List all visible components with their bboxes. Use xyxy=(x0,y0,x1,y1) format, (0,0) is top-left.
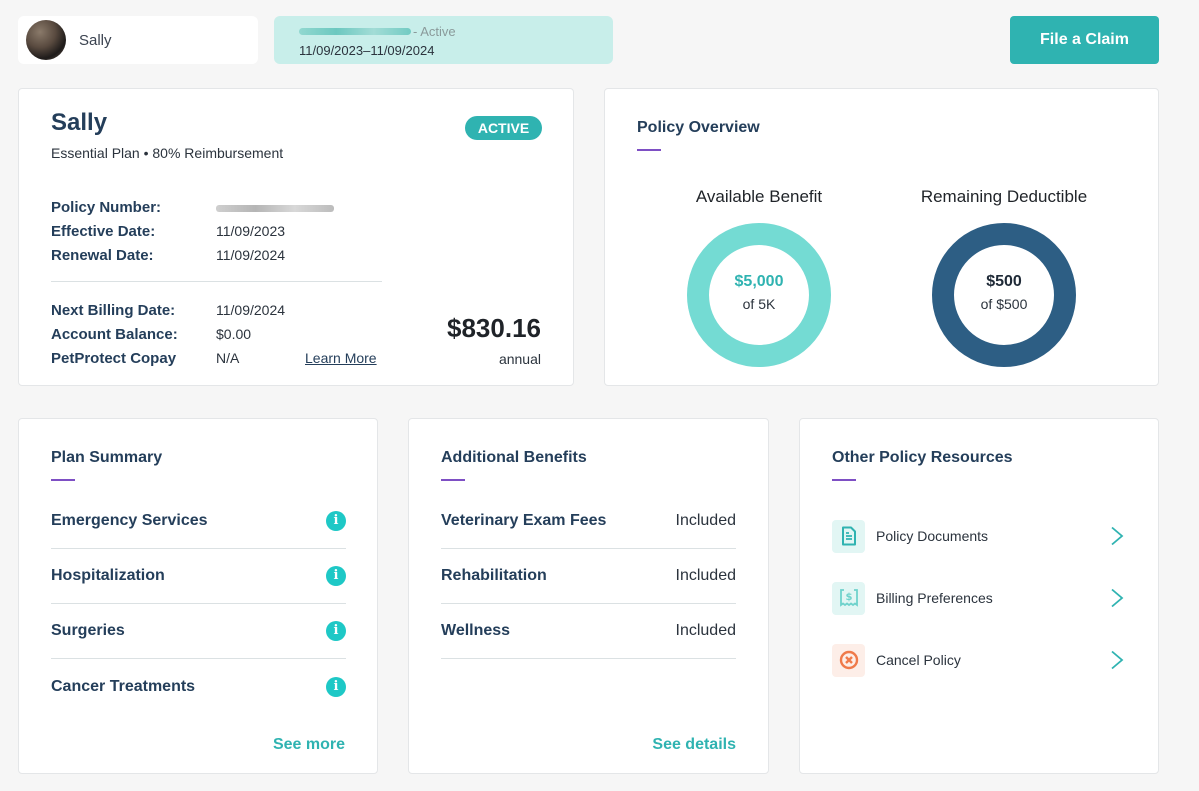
gauge-label: Available Benefit xyxy=(695,187,823,206)
gauge-label: Remaining Deductible xyxy=(920,187,1088,206)
see-more-link[interactable]: See more xyxy=(273,736,345,754)
account-balance-value: $0.00 xyxy=(216,326,252,342)
policy-selector[interactable]: - Active 11/09/2023–11/09/2024 xyxy=(274,16,613,64)
plan-item-label: Surgeries xyxy=(51,622,125,639)
title-underline xyxy=(441,479,465,481)
account-balance-label: Account Balance: xyxy=(51,325,178,343)
additional-benefits-card: Additional Benefits Veterinary Exam Fees… xyxy=(408,418,769,774)
effective-date-row: Effective Date: 11/09/2023 xyxy=(51,219,285,243)
account-balance-row: Account Balance: $0.00 xyxy=(51,322,251,346)
policy-period: 11/09/2023–11/09/2024 xyxy=(299,43,435,58)
info-icon[interactable]: i xyxy=(326,676,346,697)
plan-item-label: Cancer Treatments xyxy=(51,677,196,695)
plan-description: Essential Plan • 80% Reimbursement xyxy=(51,145,284,161)
policy-overview-card: Policy Overview Available Benefit $5,000… xyxy=(604,88,1159,386)
svg-text:$: $ xyxy=(845,592,852,603)
policy-documents-link[interactable]: Policy Documents xyxy=(832,519,1124,553)
document-icon xyxy=(832,519,865,553)
next-billing-value: 11/09/2024 xyxy=(216,302,286,318)
title-underline xyxy=(637,149,661,151)
policy-number-row: Policy Number: xyxy=(51,195,334,219)
premium-period: annual xyxy=(498,351,541,367)
benefit-value: Included xyxy=(675,622,737,639)
annual-premium: $830.16 xyxy=(447,313,541,343)
status-badge: ACTIVE xyxy=(465,116,542,140)
resource-label: Billing Preferences xyxy=(876,590,993,606)
copay-label: PetProtect Copay xyxy=(51,349,177,367)
gauge-amount: $5,000 xyxy=(734,273,784,290)
next-billing-label: Next Billing Date: xyxy=(51,301,176,319)
next-billing-row: Next Billing Date: 11/09/2024 xyxy=(51,298,285,322)
pet-selector-name: Sally xyxy=(79,31,112,49)
pet-name-heading: Sally xyxy=(51,109,108,136)
chevron-right-icon xyxy=(1111,588,1124,608)
renewal-date-value: 11/09/2024 xyxy=(216,247,286,263)
section-title: Additional Benefits xyxy=(441,449,587,466)
policy-number-label: Policy Number: xyxy=(51,198,162,216)
benefit-label: Rehabilitation xyxy=(441,567,547,584)
plan-item: Cancer Treatments i xyxy=(51,659,346,714)
benefit-item: Wellness Included xyxy=(441,604,736,659)
learn-more-link[interactable]: Learn More xyxy=(305,350,377,366)
cancel-policy-link[interactable]: Cancel Policy xyxy=(832,643,1124,677)
benefit-item: Rehabilitation Included xyxy=(441,549,736,604)
redacted-policy-number xyxy=(216,204,334,212)
billing-preferences-link[interactable]: $ Billing Preferences xyxy=(832,581,1124,615)
benefit-label: Veterinary Exam Fees xyxy=(441,512,607,529)
effective-date-label: Effective Date: xyxy=(51,222,156,240)
section-title: Policy Overview xyxy=(637,119,760,136)
see-details-link[interactable]: See details xyxy=(652,736,736,754)
benefit-value: Included xyxy=(675,512,737,529)
chevron-right-icon xyxy=(1111,526,1124,546)
receipt-dollar-icon: $ xyxy=(832,581,865,615)
available-benefit-gauge: Available Benefit $5,000 of 5K xyxy=(659,187,859,367)
title-underline xyxy=(51,479,75,481)
pet-selector[interactable]: Sally xyxy=(18,16,258,64)
renewal-date-label: Renewal Date: xyxy=(51,246,154,264)
plan-item-label: Hospitalization xyxy=(51,567,165,584)
redacted-policy-id xyxy=(299,27,411,35)
copay-row: PetProtect Copay N/A xyxy=(51,346,239,370)
remaining-deductible-gauge: Remaining Deductible $500 of $500 xyxy=(904,187,1104,367)
plan-item-label: Emergency Services xyxy=(51,512,208,529)
gauge-amount: $500 xyxy=(986,273,1022,290)
plan-item: Emergency Services i xyxy=(51,494,346,549)
pet-avatar xyxy=(26,20,66,60)
benefit-label: Wellness xyxy=(441,622,511,639)
chevron-right-icon xyxy=(1111,650,1124,670)
pet-policy-card: Sally Essential Plan • 80% Reimbursement… xyxy=(18,88,574,386)
plan-item: Hospitalization i xyxy=(51,549,346,604)
plan-summary-card: Plan Summary Emergency Services i Hospit… xyxy=(18,418,378,774)
divider xyxy=(51,281,382,282)
file-claim-button[interactable]: File a Claim xyxy=(1010,16,1159,64)
section-title: Plan Summary xyxy=(51,449,163,466)
info-icon[interactable]: i xyxy=(326,566,346,586)
info-icon[interactable]: i xyxy=(326,621,346,641)
benefit-item: Veterinary Exam Fees Included xyxy=(441,494,736,549)
gauge-total: of 5K xyxy=(742,296,776,312)
resource-label: Policy Documents xyxy=(876,528,989,544)
policy-status-text: - Active xyxy=(413,23,456,39)
gauge-total: of $500 xyxy=(980,296,1028,312)
renewal-date-row: Renewal Date: 11/09/2024 xyxy=(51,243,285,267)
effective-date-value: 11/09/2023 xyxy=(216,223,286,239)
resource-label: Cancel Policy xyxy=(876,652,961,668)
policy-resources-card: Other Policy Resources Policy Documents … xyxy=(799,418,1159,774)
plan-item: Surgeries i xyxy=(51,604,346,659)
copay-value: N/A xyxy=(216,350,240,366)
section-title: Other Policy Resources xyxy=(832,449,1013,466)
benefit-value: Included xyxy=(675,567,737,584)
info-icon[interactable]: i xyxy=(326,511,346,531)
title-underline xyxy=(832,479,856,481)
cancel-circle-icon xyxy=(832,643,865,677)
